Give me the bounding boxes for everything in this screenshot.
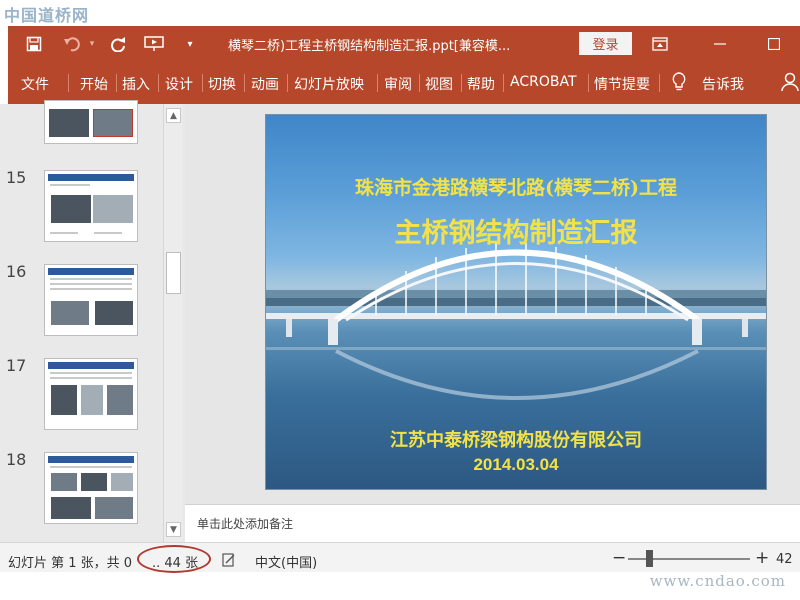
scroll-up-icon[interactable]: ▲: [166, 108, 181, 123]
slide-number: 15: [6, 168, 27, 187]
maximize-icon[interactable]: [763, 33, 785, 55]
tab-file[interactable]: 文件: [21, 74, 49, 94]
document-title: 横琴二桥)工程主桥钢结构制造汇报.ppt[兼容模...: [228, 39, 511, 54]
scroll-down-icon[interactable]: ▼: [166, 522, 181, 537]
ribbon-divider: [659, 74, 660, 92]
ribbon-divider: [461, 74, 462, 92]
slide-editing-area[interactable]: 珠海市金港路横琴北路(横琴二桥)工程 主桥钢结构制造汇报 江苏中泰桥梁钢构股份有…: [185, 104, 800, 504]
notes-toggle-icon[interactable]: [222, 552, 236, 567]
slide-number: 18: [6, 450, 27, 469]
slide-thumbnail-17[interactable]: [44, 358, 138, 430]
ribbon-divider: [158, 74, 159, 92]
tab-acrobat[interactable]: ACROBAT: [510, 74, 577, 90]
tell-me-search[interactable]: 告诉我: [702, 74, 744, 94]
redo-icon[interactable]: [106, 32, 130, 56]
undo-dropdown-icon[interactable]: ▾: [80, 32, 104, 56]
tab-storyboarding[interactable]: 情节提要: [594, 74, 650, 94]
ribbon-divider: [116, 74, 117, 92]
tab-review[interactable]: 审阅: [384, 74, 412, 94]
slide-thumbnail-18[interactable]: [44, 452, 138, 524]
notes-placeholder[interactable]: 单击此处添加备注: [197, 515, 293, 532]
slide-date: 2014.03.04: [473, 455, 559, 474]
save-icon[interactable]: [22, 32, 46, 56]
minimize-icon[interactable]: [709, 33, 731, 55]
ribbon-divider: [68, 74, 69, 92]
current-slide[interactable]: 珠海市金港路横琴北路(横琴二桥)工程 主桥钢结构制造汇报 江苏中泰桥梁钢构股份有…: [265, 114, 767, 490]
thumbnail-scrollbar[interactable]: ▲ ▼: [163, 104, 182, 542]
ribbon-tabs: 文件 开始 插入 设计 切换 动画 幻灯片放映 审阅 视图 帮助 ACROBAT…: [8, 62, 800, 104]
person-icon[interactable]: [781, 72, 799, 96]
watermark-top: 中国道桥网: [4, 6, 90, 25]
language-indicator[interactable]: 中文(中国): [255, 552, 317, 571]
tab-design[interactable]: 设计: [165, 74, 193, 94]
ribbon-divider: [503, 74, 504, 92]
slide-thumbnail-pane[interactable]: 15 16 17 18: [0, 100, 185, 542]
slide-thumbnail-16[interactable]: [44, 264, 138, 336]
zoom-percent[interactable]: 42: [776, 552, 793, 567]
tab-transitions[interactable]: 切换: [208, 74, 236, 94]
login-button[interactable]: 登录: [579, 32, 632, 55]
tab-insert[interactable]: 插入: [122, 74, 150, 94]
slide-position-label: 幻灯片 第 1 张，共 0: [8, 556, 133, 571]
tab-view[interactable]: 视图: [425, 74, 453, 94]
present-from-start-icon[interactable]: [142, 32, 166, 56]
ribbon-divider: [287, 74, 288, 92]
zoom-slider-handle[interactable]: [646, 550, 653, 567]
ribbon-divider: [588, 74, 589, 92]
ribbon-divider: [202, 74, 203, 92]
ribbon-divider: [244, 74, 245, 92]
slide-number: 16: [6, 262, 27, 281]
customize-toolbar-icon[interactable]: ▾: [178, 32, 202, 56]
zoom-in-button[interactable]: +: [755, 548, 769, 568]
tab-help[interactable]: 帮助: [467, 74, 495, 94]
slide-number: 17: [6, 356, 27, 375]
notes-pane[interactable]: 单击此处添加备注: [185, 504, 800, 542]
slide-title-line2: 主桥钢结构制造汇报: [394, 218, 638, 249]
slide-company: 江苏中泰桥梁钢构股份有限公司: [390, 430, 642, 451]
tab-slideshow[interactable]: 幻灯片放映: [294, 74, 364, 94]
slide-title-line1: 珠海市金港路横琴北路(横琴二桥)工程: [355, 177, 677, 199]
scrollbar-thumb[interactable]: [166, 252, 181, 294]
ribbon-divider: [419, 74, 420, 92]
ribbon-divider: [377, 74, 378, 92]
zoom-out-button[interactable]: −: [612, 548, 626, 568]
lightbulb-icon[interactable]: [671, 72, 687, 96]
tab-home[interactable]: 开始: [80, 74, 108, 94]
watermark-bottom: www.cndao.com: [649, 572, 786, 590]
tab-animations[interactable]: 动画: [251, 74, 279, 94]
highlight-circle: [137, 545, 211, 573]
title-bar: ▾ ▾ 横琴二桥)工程主桥钢结构制造汇报.ppt[兼容模... 登录: [8, 26, 800, 62]
ribbon-display-options-icon[interactable]: [649, 33, 671, 55]
slide-thumbnail-15[interactable]: [44, 170, 138, 242]
slide-thumbnail-14[interactable]: [44, 100, 138, 144]
status-bar: 幻灯片 第 1 张，共 0 .. 44 张 中文(中国) − + 42: [0, 542, 800, 573]
